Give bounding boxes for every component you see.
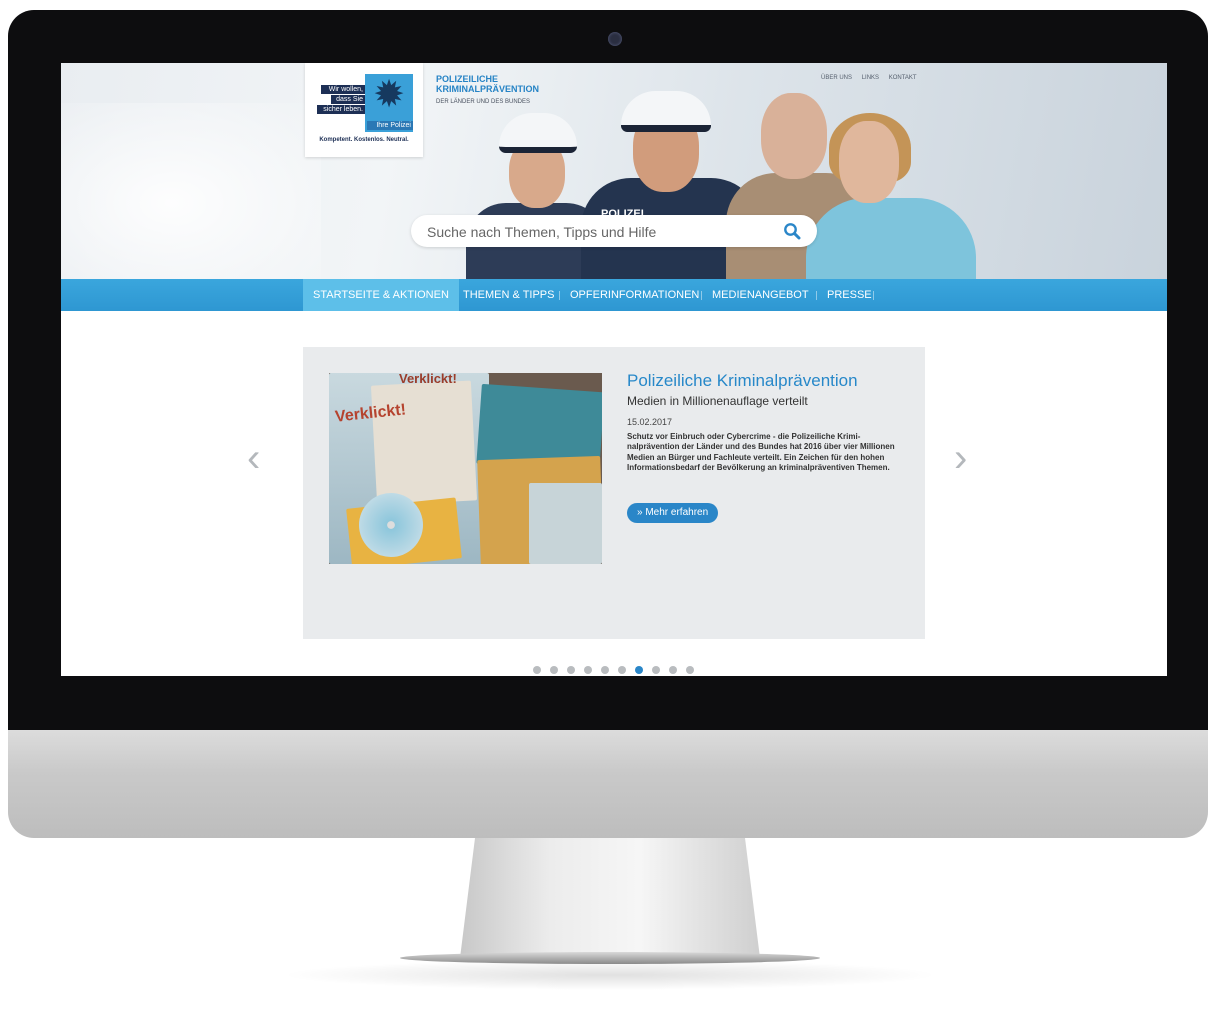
hero-glow [61, 103, 321, 303]
monitor-stand [460, 838, 760, 958]
search-box [411, 215, 817, 247]
image-brochure-title: Verklickt! [399, 373, 457, 386]
site-logo[interactable]: ✹ Wir wollen, dass Sie sicher leben. Ihr… [305, 63, 423, 157]
carousel-dot[interactable] [601, 666, 609, 674]
carousel-dot[interactable] [618, 666, 626, 674]
org-title: POLIZEILICHE KRIMINALPRÄVENTION [436, 74, 596, 94]
browser-screen: POLIZEI ✹ Wir wollen, dass Sie sicher le… [61, 63, 1167, 676]
monitor-base [400, 952, 820, 964]
nav-separator [873, 291, 874, 300]
police-cap [499, 113, 577, 153]
main-navigation: STARTSEITE & AKTIONEN THEMEN & TIPPS OPF… [61, 279, 1167, 311]
citizen-woman-face [839, 121, 899, 203]
nav-opferinformationen[interactable]: OPFERINFORMATIONEN [560, 279, 709, 311]
nav-medienangebot[interactable]: MEDIENANGEBOT [702, 279, 819, 311]
media-cover [529, 483, 602, 564]
camera-icon [608, 32, 622, 46]
slide-subtitle: Medien in Millionenauflage verteilt [627, 394, 808, 408]
police-star-icon: ✹ [373, 74, 405, 116]
citizen-woman [806, 198, 976, 283]
slide-title: Polizeiliche Kriminalprävention [627, 371, 858, 390]
carousel-next-arrow[interactable]: › [954, 436, 967, 481]
carousel-dot[interactable] [686, 666, 694, 674]
slide-text: Schutz vor Einbruch oder Cybercrime - di… [627, 432, 895, 473]
carousel-dot[interactable] [567, 666, 575, 674]
carousel-dot[interactable] [550, 666, 558, 674]
citizen-man-face [761, 93, 827, 179]
topnav-link-links[interactable]: LINKS [862, 75, 879, 81]
main-content: ‹ › Verklickt! Verklickt! Polizeiliche K… [61, 311, 1167, 676]
search-input[interactable] [425, 221, 769, 243]
carousel-slide: Verklickt! Verklickt! Polizeiliche Krimi… [303, 347, 925, 639]
slide-image[interactable]: Verklickt! Verklickt! [329, 373, 602, 564]
media-cover [370, 380, 478, 506]
logo-text: dass Sie [331, 95, 365, 104]
org-subtitle: DER LÄNDER UND DES BUNDES [436, 99, 531, 105]
hero-banner: POLIZEI ✹ Wir wollen, dass Sie sicher le… [61, 63, 1167, 303]
police-cap [621, 91, 711, 132]
monitor-chin [8, 730, 1208, 838]
logo-text: sicher leben. [317, 105, 365, 114]
slide-date: 15.02.2017 [627, 417, 673, 427]
carousel-dot[interactable] [635, 666, 643, 674]
topnav-link-kontakt[interactable]: KONTAKT [889, 75, 917, 81]
mehr-erfahren-button[interactable]: » Mehr erfahren [627, 503, 719, 523]
org-title-line: KRIMINALPRÄVENTION [436, 84, 539, 94]
top-navigation: ÜBER UNS LINKS KONTAKT [821, 75, 925, 81]
carousel-dot[interactable] [669, 666, 677, 674]
topnav-link-ueber-uns[interactable]: ÜBER UNS [821, 75, 852, 81]
cd-disc-icon [359, 493, 423, 557]
carousel-dot[interactable] [652, 666, 660, 674]
carousel-prev-arrow[interactable]: ‹ [247, 436, 260, 481]
search-icon[interactable] [783, 222, 801, 240]
org-title-line: POLIZEILICHE [436, 74, 499, 84]
nav-themen-tipps[interactable]: THEMEN & TIPPS [453, 279, 564, 311]
logo-tagline: Kompetent. Kostenlos. Neutral. [319, 137, 409, 143]
carousel-dot[interactable] [584, 666, 592, 674]
stand-shadow [280, 960, 940, 990]
nav-presse[interactable]: PRESSE [817, 279, 882, 311]
nav-startseite-aktionen[interactable]: STARTSEITE & AKTIONEN [303, 279, 459, 311]
logo-text: Wir wollen, [321, 85, 365, 94]
logo-text: Ihre Polizei [367, 121, 413, 130]
carousel-dot[interactable] [533, 666, 541, 674]
